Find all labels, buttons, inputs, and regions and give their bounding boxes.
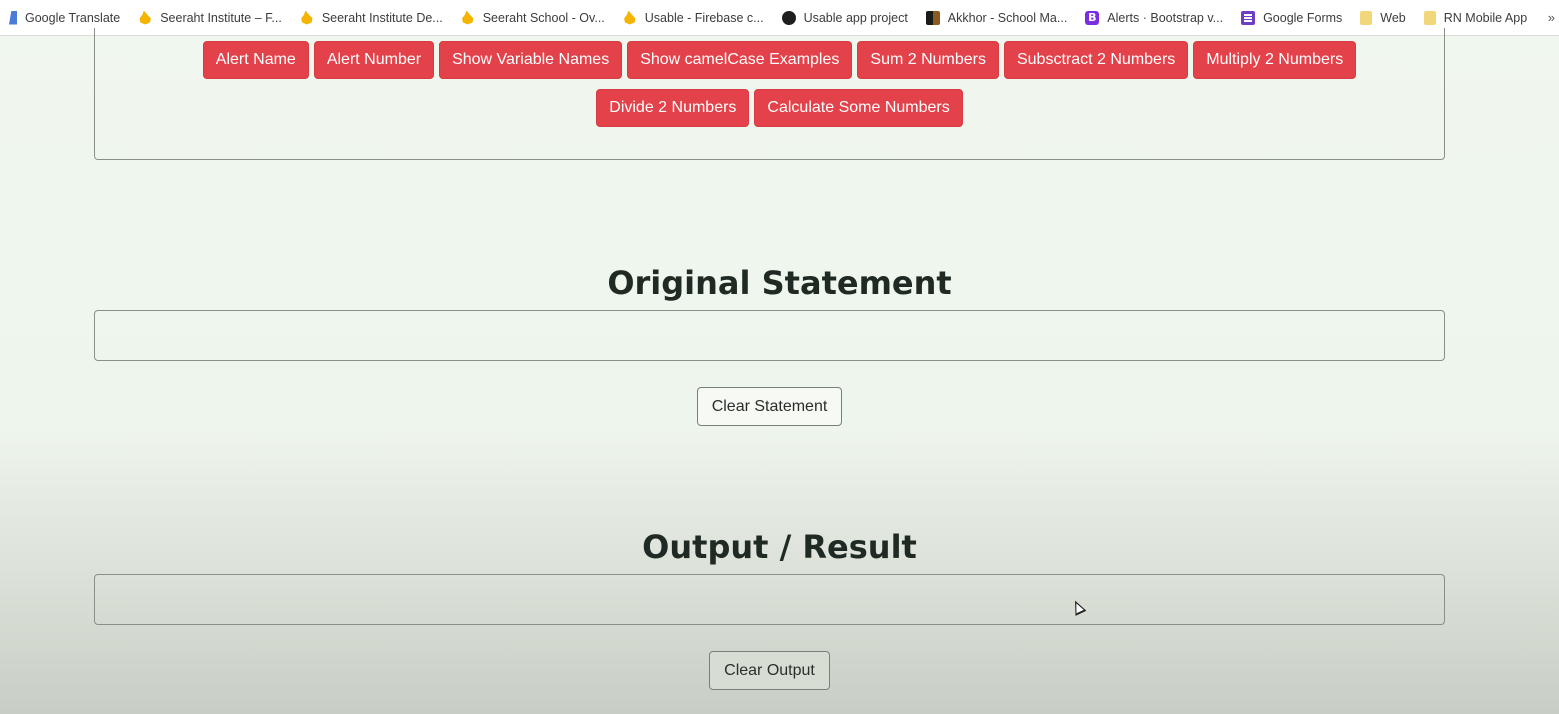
- bookmark-label: Usable - Firebase c...: [644, 10, 764, 25]
- output-result-field[interactable]: [94, 574, 1445, 625]
- original-statement-heading: Original Statement: [607, 264, 952, 302]
- bookmark-label: Akkhor - School Ma...: [947, 10, 1068, 25]
- bootstrap-icon: B: [1085, 10, 1100, 25]
- bookmark-label: Google Forms: [1263, 10, 1343, 25]
- subtract-2-numbers-button[interactable]: Subsctract 2 Numbers: [1003, 41, 1189, 79]
- akkhor-icon: [925, 10, 940, 25]
- show-camelcase-examples-button[interactable]: Show camelCase Examples: [627, 41, 853, 79]
- bookmark-label: Usable app project: [803, 10, 908, 25]
- show-variable-names-button[interactable]: Show Variable Names: [439, 41, 623, 79]
- bookmark-label: Google Translate: [25, 10, 121, 25]
- action-buttons-row-1: Alert Name Alert Number Show Variable Na…: [0, 41, 1559, 79]
- firebase-icon: [462, 10, 474, 25]
- github-icon: [781, 10, 796, 25]
- clear-output-button[interactable]: Clear Output: [709, 651, 830, 690]
- calculate-some-numbers-button[interactable]: Calculate Some Numbers: [754, 89, 963, 127]
- output-result-heading: Output / Result: [642, 528, 917, 566]
- folder-icon: [1423, 10, 1436, 25]
- bookmark-label: Alerts · Bootstrap v...: [1107, 10, 1224, 25]
- bookmark-label: Web: [1380, 10, 1406, 25]
- multiply-2-numbers-button[interactable]: Multiply 2 Numbers: [1193, 41, 1357, 79]
- sum-2-numbers-button[interactable]: Sum 2 Numbers: [857, 41, 999, 79]
- bookmark-label: Seeraht Institute – F...: [160, 10, 282, 25]
- action-buttons-row-2: Divide 2 Numbers Calculate Some Numbers: [0, 89, 1559, 127]
- bookmark-label: RN Mobile App: [1443, 10, 1528, 25]
- google-forms-icon: [1241, 10, 1256, 25]
- alert-number-button[interactable]: Alert Number: [313, 41, 435, 79]
- firebase-icon: [301, 10, 313, 25]
- alert-name-button[interactable]: Alert Name: [202, 41, 309, 79]
- firebase-icon: [624, 10, 636, 25]
- divide-2-numbers-button[interactable]: Divide 2 Numbers: [596, 89, 750, 127]
- original-statement-field[interactable]: [94, 310, 1445, 361]
- folder-icon: [1360, 10, 1373, 25]
- bookmark-label: Seeraht School - Ov...: [482, 10, 605, 25]
- firebase-icon: [139, 10, 151, 25]
- bookmark-label: Seeraht Institute De...: [321, 10, 443, 25]
- bookmarks-overflow-button[interactable]: »: [1548, 10, 1559, 25]
- clear-statement-button[interactable]: Clear Statement: [697, 387, 842, 426]
- google-translate-icon: [9, 10, 17, 25]
